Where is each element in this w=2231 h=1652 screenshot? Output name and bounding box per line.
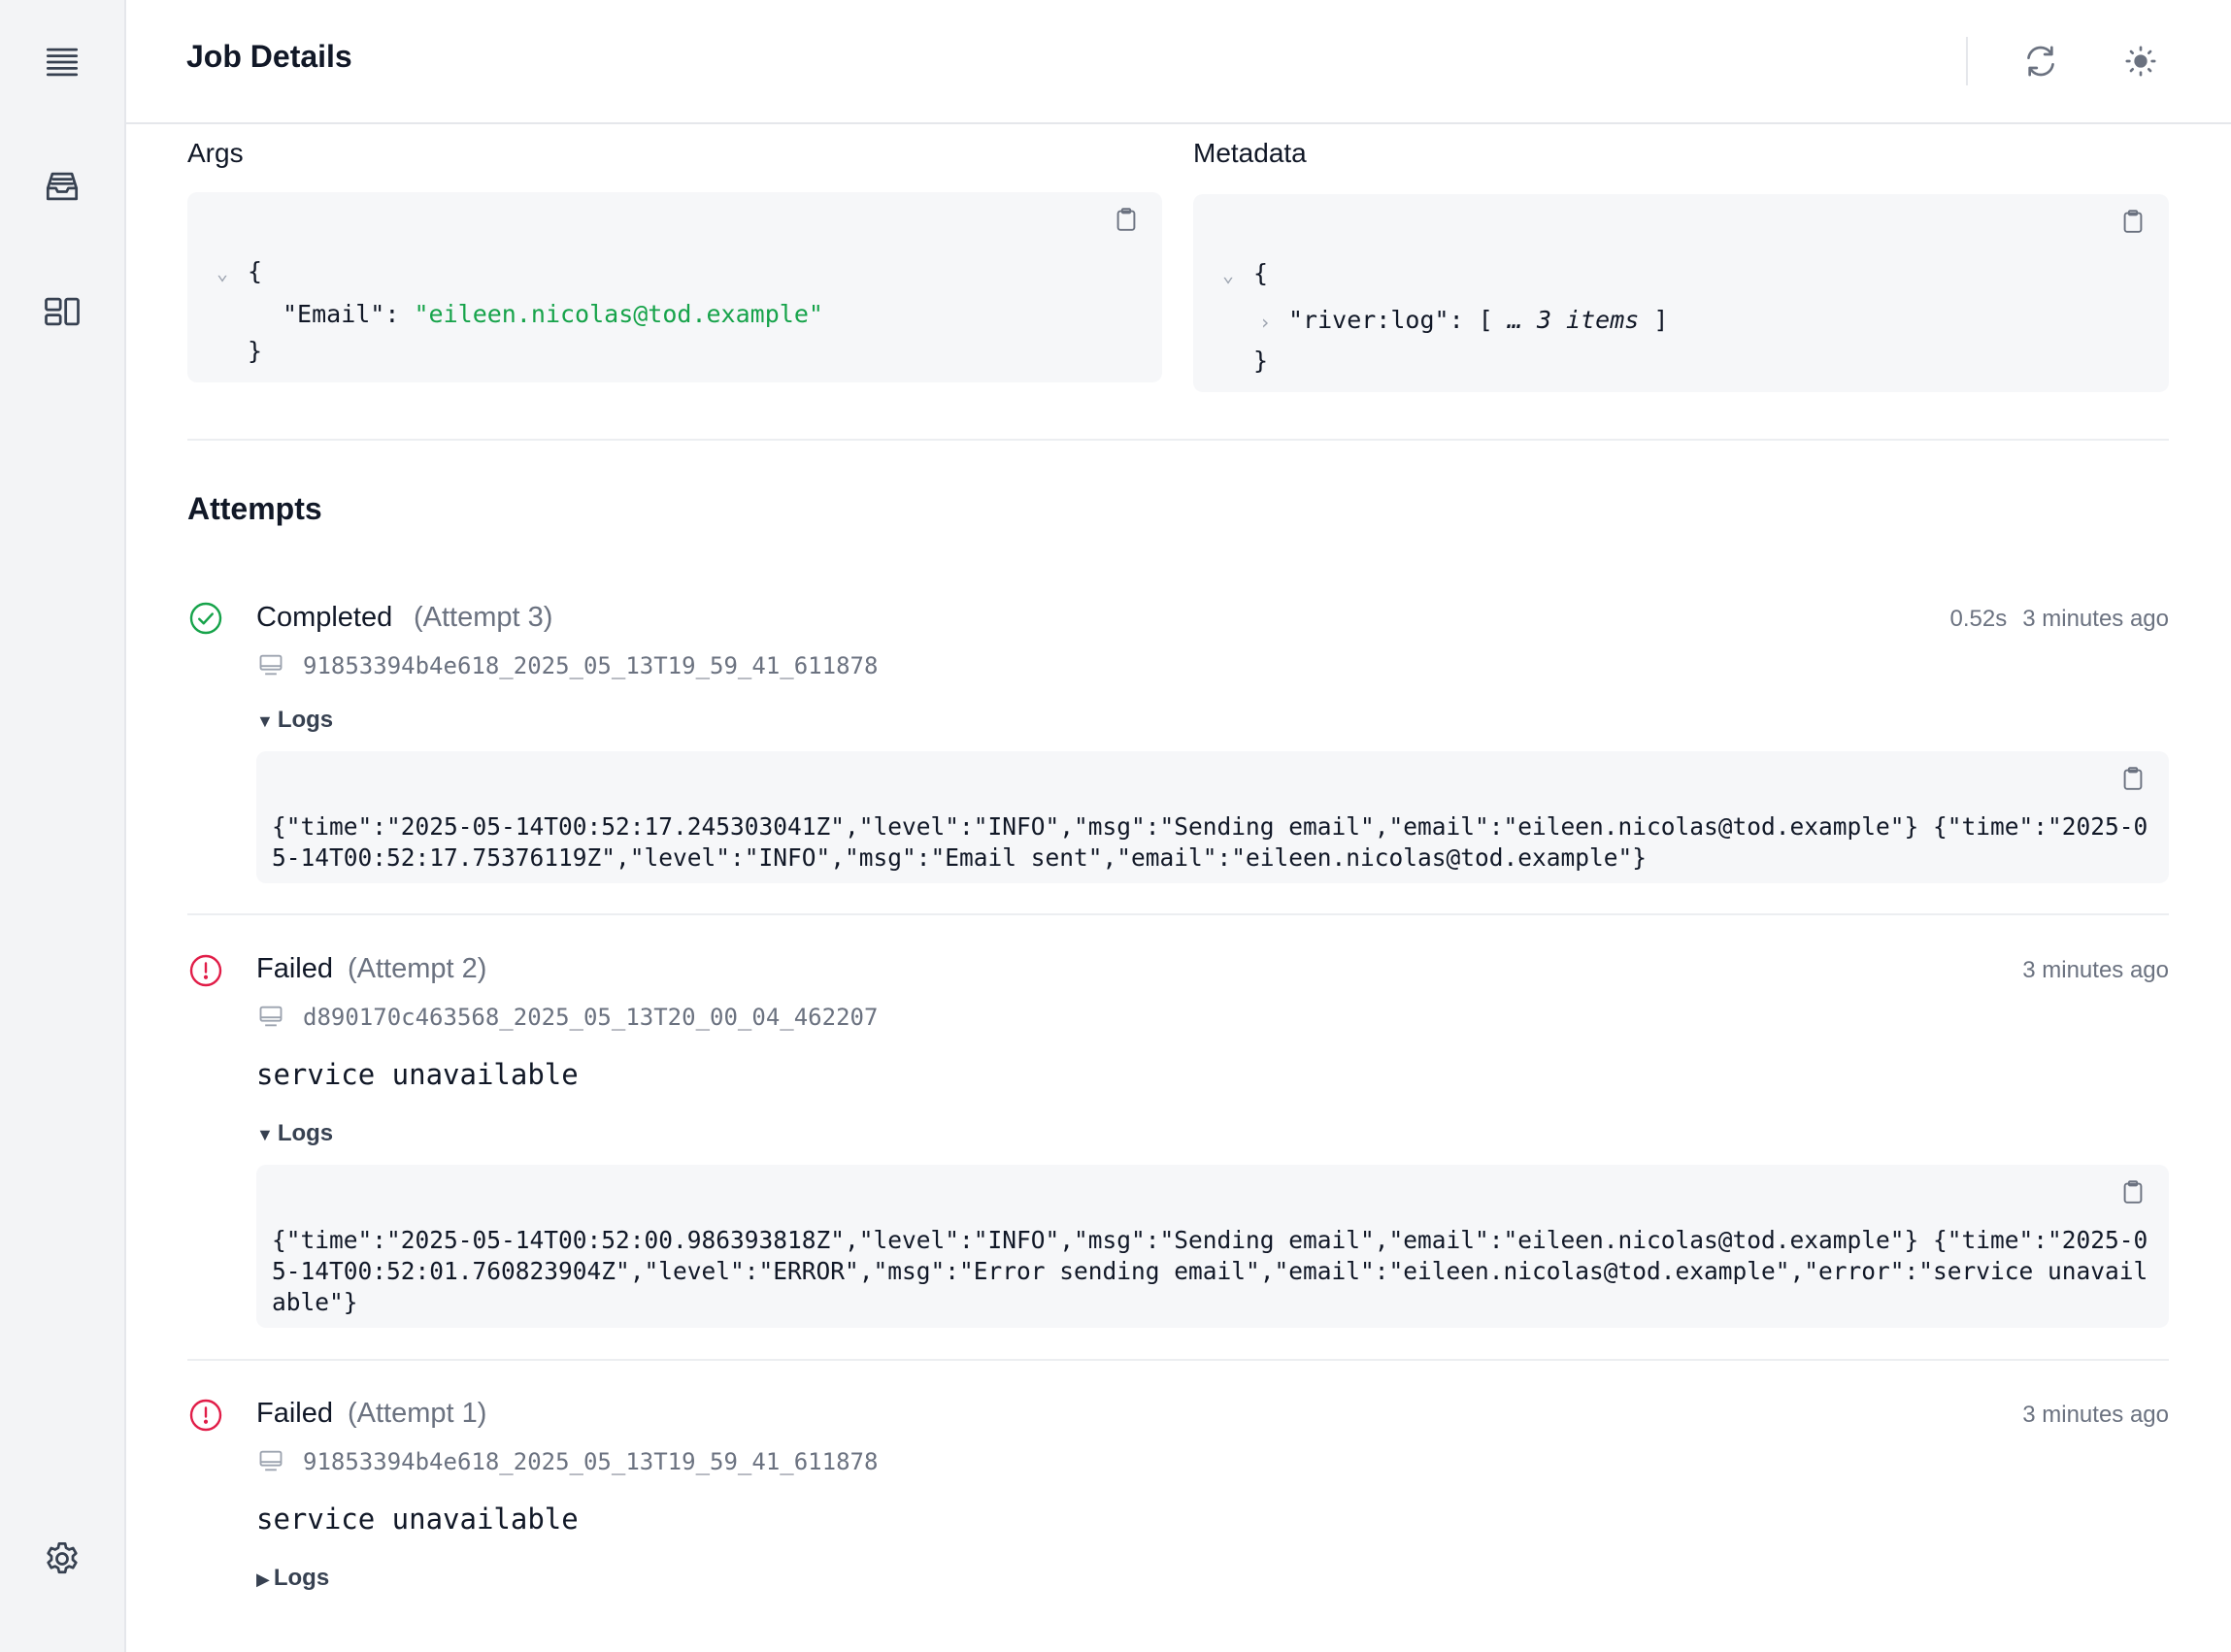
attempt-meta: 3 minutes ago: [2022, 1402, 2169, 1429]
json-collapsed-count[interactable]: 3 items: [1537, 306, 1639, 334]
json-array-open: [: [1478, 306, 1493, 334]
header-divider: [1966, 37, 1968, 85]
metadata-copy-button[interactable]: [2118, 207, 2148, 236]
inbox-stack-icon: [46, 172, 79, 201]
sun-icon: [2125, 46, 2156, 77]
page-title: Job Details: [186, 39, 352, 74]
attempt-error: service unavailable: [256, 1503, 579, 1536]
computer-icon: [259, 1450, 283, 1471]
clipboard-icon: [2123, 210, 2143, 233]
theme-toggle-button[interactable]: [2114, 35, 2167, 87]
sidebar-item-queues[interactable]: [34, 158, 90, 215]
logs-box: {"time":"2025-05-14T00:52:17.245303041Z"…: [256, 751, 2169, 883]
json-string-value: "eileen.nicolas@tod.example": [414, 300, 823, 328]
attempt-time-ago: 3 minutes ago: [2022, 1402, 2169, 1428]
logs-copy-button[interactable]: [2118, 764, 2148, 793]
triangle-right-icon: ▶: [256, 1569, 270, 1589]
logs-toggle[interactable]: ▼ Logs: [256, 707, 333, 734]
logs-label: Logs: [273, 1565, 330, 1591]
json-array-close: ]: [1653, 306, 1669, 334]
attempt-divider: [187, 1359, 2169, 1361]
refresh-button[interactable]: [2015, 35, 2067, 87]
metadata-label: Metadata: [1193, 138, 1307, 168]
exclamation-circle-icon: [189, 954, 222, 987]
logs-toggle[interactable]: ▼ Logs: [256, 1120, 333, 1147]
json-entry: "river:log": [ … 3 items ]: [1288, 305, 1668, 336]
attempt-error: service unavailable: [256, 1058, 579, 1091]
triangle-down-icon: ▼: [256, 711, 274, 731]
section-divider: [187, 439, 2169, 441]
triangle-down-icon: ▼: [256, 1125, 274, 1144]
attempt-number: (Attempt 3): [414, 602, 553, 633]
logs-copy-button[interactable]: [2118, 1177, 2148, 1206]
attempt-status: Failed: [256, 1398, 333, 1429]
attempt-status: Failed: [256, 953, 333, 984]
clipboard-icon: [2123, 767, 2143, 790]
exclamation-circle-icon: [189, 1399, 222, 1432]
json-entry: "Email": "eileen.nicolas@tod.example": [283, 299, 823, 330]
collapse-chevron-icon[interactable]: ⌄: [1222, 259, 1234, 290]
refresh-icon: [2027, 46, 2054, 77]
collapse-chevron-icon[interactable]: ⌄: [216, 257, 228, 288]
args-copy-button[interactable]: [1112, 205, 1141, 234]
attempt-duration: 0.52s: [1949, 606, 2008, 632]
json-key: "Email":: [283, 300, 400, 328]
computer-icon: [259, 1006, 283, 1027]
computer-icon: [259, 654, 283, 676]
sidebar-item-workflows[interactable]: [34, 283, 90, 340]
squares-icon: [45, 297, 80, 326]
json-close-brace: }: [248, 337, 263, 365]
json-key: "river:log":: [1288, 306, 1464, 334]
clipboard-icon: [1116, 208, 1136, 231]
attempt-meta: 3 minutes ago: [2022, 957, 2169, 984]
attempt-meta: 0.52s 3 minutes ago: [1950, 606, 2169, 633]
attempt-time-ago: 3 minutes ago: [2022, 606, 2169, 632]
attempt-number: (Attempt 2): [348, 953, 487, 984]
metadata-json-viewer: ⌄ { › "river:log": [ … 3 items ] }: [1193, 194, 2169, 392]
worker-host-id: 91853394b4e618_2025_05_13T19_59_41_61187…: [303, 1448, 879, 1475]
check-circle-icon: [189, 602, 222, 635]
attempt-divider: [187, 913, 2169, 915]
worker-host-id: d890170c463568_2025_05_13T20_00_04_46220…: [303, 1004, 879, 1031]
args-label: Args: [187, 138, 244, 168]
queue-list-icon: [46, 48, 79, 77]
sidebar: [0, 0, 126, 1652]
json-ellipsis[interactable]: …: [1508, 306, 1522, 334]
attempt-number: (Attempt 1): [348, 1398, 487, 1429]
json-open-brace: {: [1253, 259, 1269, 287]
attempts-title: Attempts: [187, 491, 322, 526]
sidebar-item-settings[interactable]: [34, 1531, 90, 1587]
attempt-time-ago: 3 minutes ago: [2022, 957, 2169, 983]
log-content: {"time":"2025-05-14T00:52:00.986393818Z"…: [272, 1226, 2148, 1316]
top-header: Job Details: [126, 0, 2231, 124]
sidebar-item-jobs[interactable]: [34, 34, 90, 90]
attempt-status: Completed: [256, 602, 393, 633]
json-close-brace: }: [1253, 347, 1269, 375]
clipboard-icon: [2123, 1180, 2143, 1204]
gear-icon: [47, 1542, 78, 1574]
args-json-viewer: ⌄ { "Email": "eileen.nicolas@tod.example…: [187, 192, 1162, 382]
json-open-brace: {: [248, 257, 263, 285]
logs-label: Logs: [277, 707, 334, 733]
expand-chevron-icon[interactable]: ›: [1259, 307, 1271, 338]
logs-toggle[interactable]: ▶ Logs: [256, 1565, 329, 1592]
logs-label: Logs: [277, 1120, 334, 1146]
worker-host-id: 91853394b4e618_2025_05_13T19_59_41_61187…: [303, 652, 879, 679]
logs-box: {"time":"2025-05-14T00:52:00.986393818Z"…: [256, 1165, 2169, 1328]
log-content: {"time":"2025-05-14T00:52:17.245303041Z"…: [272, 812, 2148, 872]
